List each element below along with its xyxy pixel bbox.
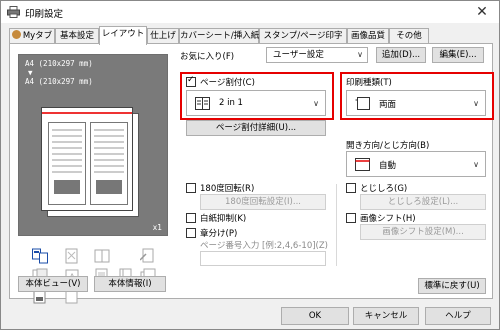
rotate-180-settings-button[interactable]: 180度回転設定(I)... [200, 194, 326, 210]
binding-icon[interactable] [140, 248, 156, 264]
device-view-button[interactable]: 本体ビュー(V) [18, 276, 88, 292]
preview-copies: x1 [152, 223, 162, 232]
favorites-add-button[interactable]: 追加(D)... [376, 47, 426, 63]
preview-area: A4 (210x297 mm) ▼ A4 (210x297 mm) x1 [18, 54, 168, 236]
tab-basic[interactable]: 基本設定 [55, 28, 99, 44]
print-settings-window: 印刷設定 ✕ Myタブ 基本設定 レイアウト 仕上げ カバーシート/挿入紙 スタ… [0, 0, 500, 330]
window-title: 印刷設定 [25, 9, 64, 20]
highlight-page-combine [180, 72, 334, 120]
layout-panel: A4 (210x297 mm) ▼ A4 (210x297 mm) x1 本体ビ… [9, 43, 494, 304]
chapter-page-input-label: ページ番号入力 [例:2,4,6-10](Z) [200, 241, 328, 251]
rotate-180-checkbox[interactable] [186, 183, 196, 193]
poster-icon[interactable] [64, 248, 80, 264]
preview-page [41, 107, 133, 211]
favorites-select[interactable]: ユーザー設定 ∨ [266, 47, 368, 63]
tab-mytab[interactable]: Myタブ [9, 28, 55, 44]
chevron-down-icon: ∨ [473, 160, 479, 169]
image-shift-checkbox[interactable] [346, 213, 356, 223]
page-combine-details-button[interactable]: ページ割付詳細(U)... [186, 120, 326, 136]
image-shift-label: 画像シフト(H) [360, 214, 416, 224]
tab-image-quality[interactable]: 画像品質 [347, 28, 389, 44]
binding-value: 自動 [379, 161, 397, 171]
tab-bar: Myタブ 基本設定 レイアウト 仕上げ カバーシート/挿入紙 スタンプ/ページ印… [9, 26, 493, 45]
binding-margin-label: とじしろ(G) [360, 184, 408, 194]
user-icon [11, 30, 21, 39]
cancel-button[interactable]: キャンセル [353, 307, 419, 325]
preview-output-size: A4 (210x297 mm) [25, 77, 93, 86]
chapter-label: 章分け(P) [200, 229, 238, 239]
preview-margin-line [42, 112, 132, 114]
binding-margin-checkbox[interactable] [346, 183, 356, 193]
highlight-print-type [340, 72, 494, 120]
chapter-page-input[interactable] [200, 251, 326, 266]
favorites-label: お気に入り(F) [180, 52, 235, 62]
binding-margin-settings-button[interactable]: とじしろ設定(L)... [360, 194, 486, 210]
blank-suppress-checkbox[interactable] [186, 213, 196, 223]
chevron-down-icon: ∨ [357, 50, 363, 59]
chapter-checkbox[interactable] [186, 228, 196, 238]
binding-select[interactable]: 自動 ∨ [346, 151, 486, 177]
preview-paper-size: A4 (210x297 mm) [25, 59, 93, 68]
close-button[interactable]: ✕ [473, 3, 491, 21]
binding-page-icon [355, 158, 370, 171]
tab-other[interactable]: その他 [389, 28, 429, 44]
ok-button[interactable]: OK [281, 307, 349, 325]
tab-finishing[interactable]: 仕上げ [147, 28, 179, 44]
tab-layout[interactable]: レイアウト [99, 26, 147, 45]
favorites-edit-button[interactable]: 編集(E)... [432, 47, 484, 63]
printer-icon [7, 6, 20, 18]
title-bar: 印刷設定 ✕ [1, 1, 499, 23]
rotate-180-label: 180度回転(R) [200, 184, 255, 194]
blank-suppress-label: 白紙抑制(K) [200, 214, 247, 224]
preview-arrow: ▼ [28, 68, 33, 77]
image-shift-settings-button[interactable]: 画像シフト設定(M)... [360, 224, 486, 240]
combine-active-icon[interactable] [32, 248, 48, 264]
booklet-icon[interactable] [94, 248, 110, 264]
tab-label: Myタブ [22, 31, 53, 41]
tab-cover-sheet[interactable]: カバーシート/挿入紙 [179, 28, 259, 44]
reset-defaults-button[interactable]: 標準に戻す(U) [418, 278, 486, 294]
binding-label: 開き方向/とじ方向(B) [346, 141, 430, 151]
column-divider [336, 184, 337, 266]
tab-stamp[interactable]: スタンプ/ページ印字 [259, 28, 347, 44]
preview-content [48, 122, 128, 205]
favorites-value: ユーザー設定 [273, 50, 324, 60]
device-info-button[interactable]: 本体情報(I) [94, 276, 166, 292]
help-button[interactable]: ヘルプ [425, 307, 491, 325]
